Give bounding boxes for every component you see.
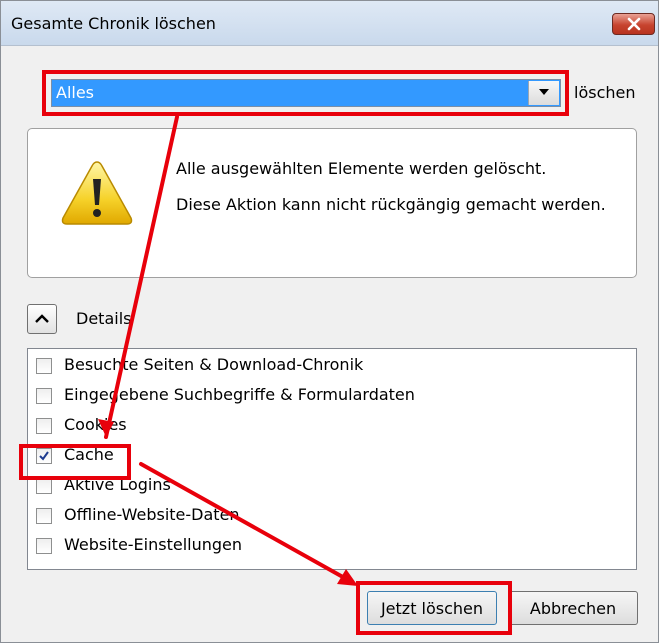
timerange-dropdown-button[interactable] (528, 81, 559, 105)
checkbox-label: Cookies (64, 415, 127, 434)
title-bar: Gesamte Chronik löschen (1, 1, 658, 46)
close-button[interactable] (612, 13, 655, 35)
checkbox-label: Aktive Logins (64, 475, 171, 494)
warning-triangle-icon (61, 161, 133, 225)
list-item[interactable]: Cookies (28, 411, 636, 441)
checkbox[interactable] (36, 418, 52, 434)
window-title: Gesamte Chronik löschen (11, 14, 216, 33)
list-item[interactable]: Eingegebene Suchbegriffe & Formulardaten (28, 381, 636, 411)
checkbox[interactable] (36, 388, 52, 404)
details-label: Details (76, 309, 132, 328)
checkbox[interactable] (36, 478, 52, 494)
checkbox-checked[interactable] (36, 448, 52, 464)
timerange-select[interactable]: Alles (51, 79, 561, 107)
chevron-down-icon (539, 89, 549, 95)
clear-history-dialog: Gesamte Chronik löschen Alles löschen Al… (0, 0, 659, 643)
list-item[interactable]: Cache (28, 441, 636, 471)
checkbox-label: Offline-Website-Daten (64, 505, 240, 524)
checkmark-icon (39, 451, 49, 461)
checkbox-label: Cache (64, 445, 114, 464)
checkbox-label: Website-Einstellungen (64, 535, 243, 554)
warning-text-line2: Diese Aktion kann nicht rückgängig gemac… (176, 195, 606, 214)
history-items-list: Besuchte Seiten & Download-Chronik Einge… (27, 348, 637, 570)
list-item[interactable]: Offline-Website-Daten (28, 501, 636, 531)
clear-now-button[interactable]: Jetzt löschen (367, 591, 497, 625)
warning-text-line1: Alle ausgewählten Elemente werden gelösc… (176, 159, 547, 178)
timerange-selected-value: Alles (56, 83, 95, 102)
timerange-suffix-label: löschen (574, 83, 636, 102)
list-item[interactable]: Besuchte Seiten & Download-Chronik (28, 351, 636, 381)
list-item[interactable]: Website-Einstellungen (28, 531, 636, 561)
details-toggle-button[interactable] (27, 304, 57, 334)
checkbox[interactable] (36, 538, 52, 554)
checkbox-label: Besuchte Seiten & Download-Chronik (64, 355, 364, 374)
warning-box: Alle ausgewählten Elemente werden gelösc… (27, 128, 637, 278)
cancel-button[interactable]: Abbrechen (508, 591, 638, 625)
checkbox-label: Eingegebene Suchbegriffe & Formulardaten (64, 385, 415, 404)
checkbox[interactable] (36, 358, 52, 374)
chevron-up-icon (35, 314, 49, 323)
checkbox[interactable] (36, 508, 52, 524)
list-item[interactable]: Aktive Logins (28, 471, 636, 501)
close-x-icon (627, 17, 641, 31)
